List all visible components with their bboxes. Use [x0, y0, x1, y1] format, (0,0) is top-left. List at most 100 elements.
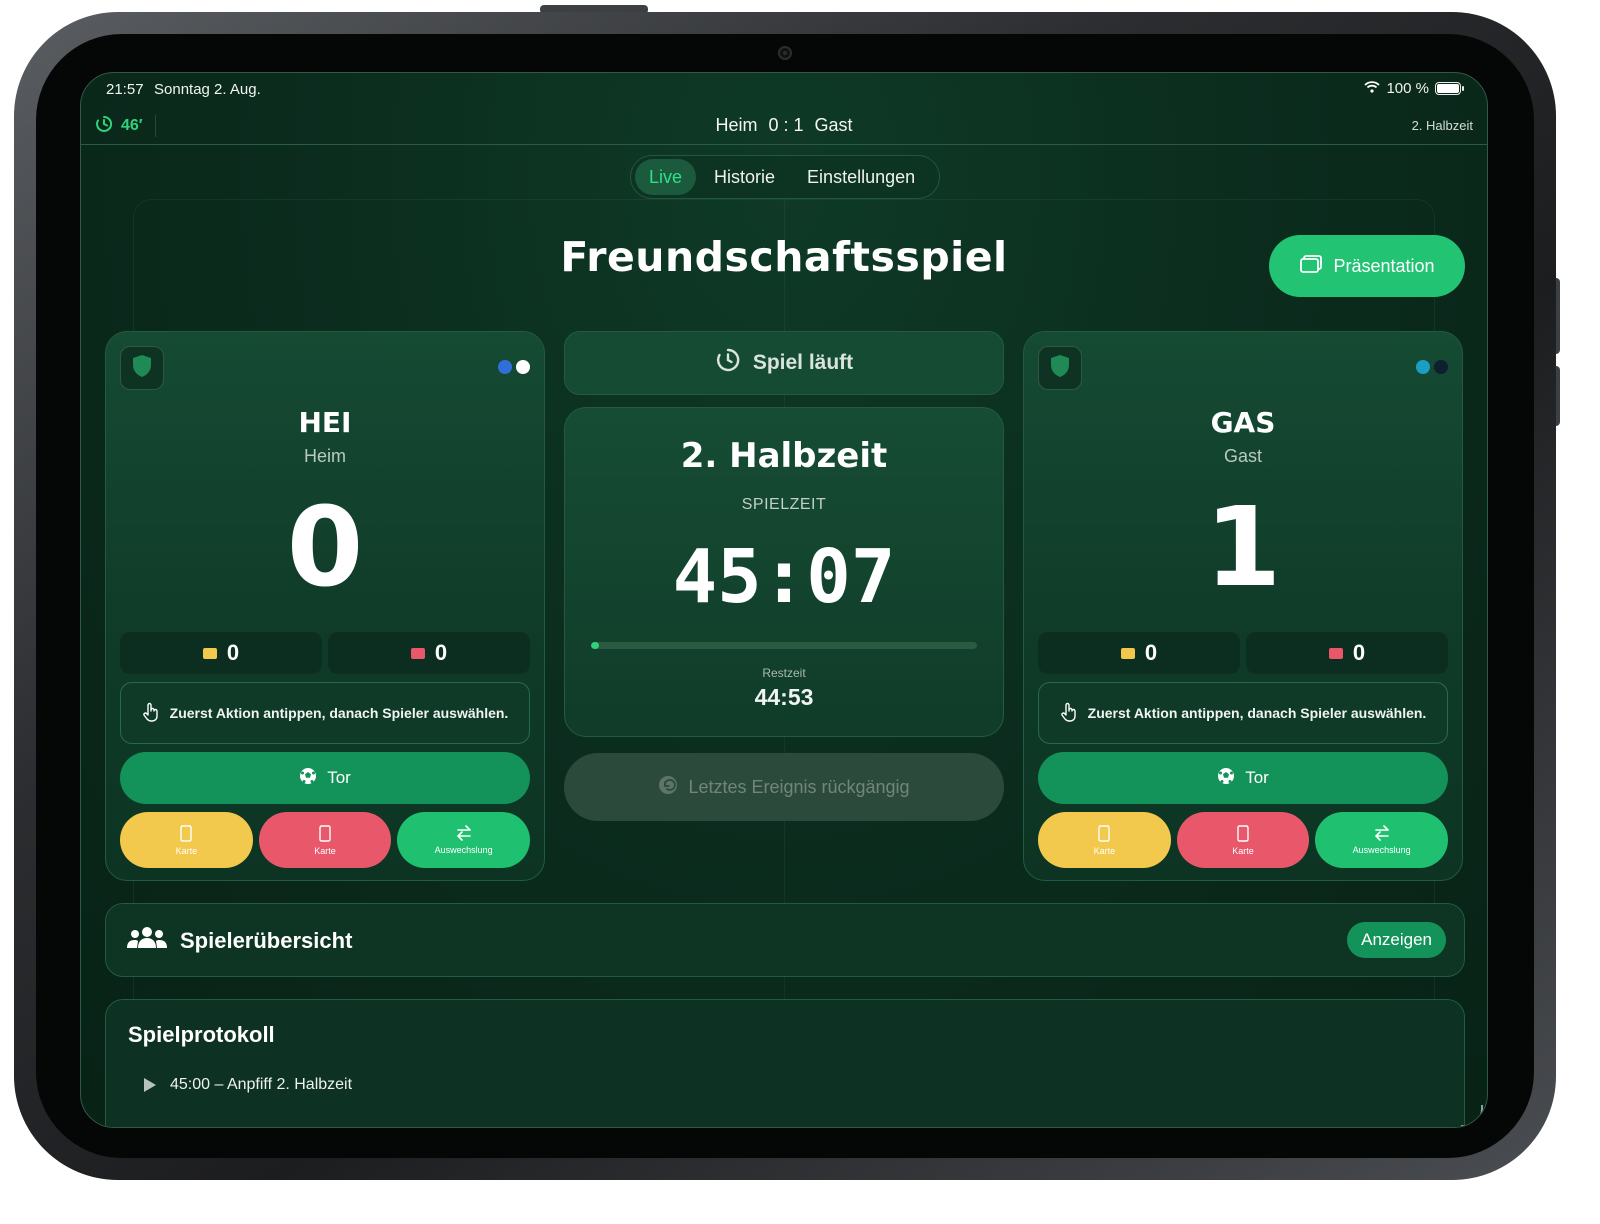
- timer-icon: [715, 347, 741, 379]
- header-half: 2. Halbzeit: [1411, 118, 1473, 133]
- yellow-card-icon: [202, 647, 217, 659]
- match-timer-card: 2. Halbzeit SPIELZEIT 45:07 Restzeit 44:…: [564, 407, 1004, 737]
- rest-time-label: Restzeit: [762, 666, 806, 680]
- log-entry-text: 45:00 – Anpfiff 2. Halbzeit: [170, 1076, 353, 1093]
- away-red-count: 0: [1246, 632, 1448, 674]
- away-color-primary: [1416, 360, 1430, 374]
- tab-einstellungen[interactable]: Einstellungen: [793, 159, 929, 195]
- home-crest: [120, 346, 164, 390]
- presentation-icon: [1299, 254, 1323, 279]
- status-time: 21:57: [106, 81, 144, 98]
- away-name: Gast: [1223, 446, 1262, 466]
- timer-label: SPIELZEIT: [741, 496, 827, 513]
- home-name: Heim: [303, 446, 346, 466]
- undo-label: Letztes Ereignis rückgängig: [688, 776, 910, 797]
- home-yellow-value: 0: [226, 640, 240, 665]
- away-red-value: 0: [1352, 640, 1366, 665]
- home-goal-button[interactable]: Tor: [120, 752, 530, 804]
- away-yellow-card-label: Karte: [1093, 845, 1116, 856]
- red-card-icon: [410, 647, 425, 659]
- player-overview-panel: Spielerübersicht Anzeigen: [105, 903, 1465, 977]
- tab-historie[interactable]: Historie: [700, 159, 789, 195]
- home-goal-label: Tor: [327, 768, 351, 787]
- undo-button[interactable]: Letztes Ereignis rückgängig: [564, 753, 1004, 821]
- home-abbr: HEI: [298, 406, 352, 439]
- soccer-ball-icon: [1217, 767, 1235, 790]
- match-header: 46′ Heim 0 : 1 Gast 2. Halbzeit: [81, 107, 1487, 145]
- timer-time: 45:07: [672, 534, 896, 620]
- away-goal-button[interactable]: Tor: [1038, 752, 1448, 804]
- presentation-button[interactable]: Präsentation: [1269, 235, 1465, 297]
- home-red-card-button[interactable]: Karte: [258, 812, 392, 868]
- tab-live[interactable]: Live: [635, 159, 697, 195]
- battery-icon: [1435, 82, 1464, 95]
- away-abbr: GAS: [1210, 406, 1276, 439]
- show-players-button[interactable]: Anzeigen: [1347, 922, 1446, 958]
- front-camera: [778, 46, 792, 60]
- away-score: 1: [1204, 483, 1282, 611]
- match-log-panel: Spielprotokoll 45:00 – Anpfiff 2. Halbze…: [105, 999, 1465, 1127]
- home-red-card-label: Karte: [314, 845, 336, 856]
- away-color-secondary: [1434, 360, 1448, 374]
- rest-time-value: 44:53: [754, 684, 814, 710]
- people-group-icon: [126, 926, 168, 956]
- away-substitution-button[interactable]: Auswechslung: [1315, 812, 1449, 868]
- soccer-ball-icon: [299, 767, 317, 790]
- swap-icon: [455, 825, 473, 843]
- away-hint-text: Zuerst Aktion antippen, danach Spieler a…: [1087, 705, 1427, 721]
- log-entry: 45:00 – Anpfiff 2. Halbzeit: [144, 1076, 352, 1094]
- home-team-colors: [498, 360, 530, 374]
- swap-icon: [1373, 825, 1391, 843]
- home-yellow-card-button[interactable]: Karte: [120, 812, 253, 868]
- player-overview-header: Spielerübersicht: [126, 926, 352, 956]
- header-scoreline: Heim 0 : 1 Gast: [81, 115, 1487, 136]
- away-team-card: GAS Gast 1 0 0 Zuerst Aktion antippen, d…: [1023, 331, 1463, 881]
- home-card-counts: 0 0: [120, 632, 530, 674]
- away-substitution-label: Auswechslung: [1352, 845, 1411, 855]
- status-indicators: 100 %: [1364, 80, 1464, 97]
- card-icon: [319, 824, 331, 844]
- home-red-count: 0: [328, 632, 530, 674]
- away-yellow-count: 0: [1038, 632, 1240, 674]
- home-hint: Zuerst Aktion antippen, danach Spieler a…: [120, 682, 530, 744]
- home-team-card: HEI Heim 0 0 0 Zuerst Aktion antippen, d…: [105, 331, 545, 881]
- timer-half: 2. Halbzeit: [680, 436, 888, 476]
- home-red-value: 0: [434, 640, 448, 665]
- home-substitution-label: Auswechslung: [434, 845, 493, 855]
- home-yellow-card-label: Karte: [175, 845, 198, 856]
- away-team-colors: [1416, 360, 1448, 374]
- card-icon: [180, 824, 193, 844]
- match-log-title: Spielprotokoll: [128, 1022, 275, 1047]
- home-color-secondary: [516, 360, 530, 374]
- header-score: 0 : 1: [768, 115, 804, 135]
- red-card-icon: [1328, 647, 1343, 659]
- home-action-row: Karte Karte Auswechslung: [120, 812, 531, 868]
- battery-percent: 100 %: [1386, 80, 1429, 97]
- status-bar: 21:57 Sonntag 2. Aug. 100 %: [81, 73, 1487, 107]
- away-crest: [1038, 346, 1082, 390]
- half-progress-fill: [591, 642, 599, 649]
- shield-icon: [132, 354, 152, 383]
- card-icon: [1237, 824, 1249, 844]
- yellow-card-icon: [1120, 647, 1135, 659]
- home-hint-text: Zuerst Aktion antippen, danach Spieler a…: [169, 705, 509, 721]
- away-yellow-value: 0: [1144, 640, 1158, 665]
- away-red-card-button[interactable]: Karte: [1176, 812, 1310, 868]
- play-icon: [144, 1078, 156, 1092]
- home-substitution-button[interactable]: Auswechslung: [397, 812, 531, 868]
- shield-icon: [1050, 354, 1070, 383]
- undo-icon: [658, 775, 678, 800]
- away-yellow-card-button[interactable]: Karte: [1038, 812, 1171, 868]
- away-card-counts: 0 0: [1038, 632, 1448, 674]
- home-score: 0: [286, 483, 364, 611]
- game-status-pill: Spiel läuft: [564, 331, 1004, 395]
- tap-hand-icon: [1060, 702, 1078, 725]
- home-color-primary: [498, 360, 512, 374]
- tap-hand-icon: [142, 702, 160, 725]
- away-red-card-label: Karte: [1232, 845, 1254, 856]
- status-date: Sonntag 2. Aug.: [154, 81, 261, 98]
- header-home-name: Heim: [715, 115, 758, 135]
- player-overview-title: Spielerübersicht: [180, 928, 353, 953]
- tab-bar: Live Historie Einstellungen: [630, 155, 940, 199]
- home-yellow-count: 0: [120, 632, 322, 674]
